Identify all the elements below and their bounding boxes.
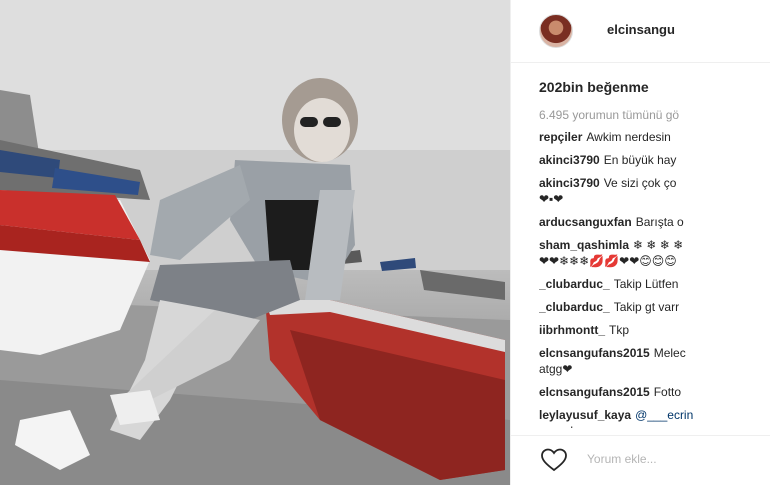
comment-username[interactable]: _clubarduc_ — [539, 277, 610, 291]
comment-username[interactable]: sham_qashimla — [539, 238, 629, 252]
comment-username[interactable]: akinci3790 — [539, 176, 600, 190]
comment-row: _clubarduc_ Takip gt varr — [539, 300, 770, 314]
comment-text: Melec — [653, 346, 686, 360]
username[interactable]: elcinsangu — [607, 22, 675, 37]
comment-username[interactable]: _clubarduc_ — [539, 300, 610, 314]
comments-list: 6.495 yorumun tümünü gö repçiler Awkim ne… — [539, 108, 770, 428]
comment-row: iibrhmontt_ Tkp — [539, 323, 770, 337]
comment-row: akinci3790 En büyük hay — [539, 153, 770, 167]
comment-text: Awkim nerdesin — [586, 130, 671, 144]
comment-text-continued: ❤❤❄❄❄💋💋❤❤😊😊😊 — [539, 254, 677, 268]
comment-row: akinci3790 Ve sizi çok ço ❤▪❤ — [539, 176, 770, 206]
comment-row: _clubarduc_ Takip Lütfen — [539, 277, 770, 291]
comment-text: ❄ ❄ ❄ ❄ — [633, 238, 684, 252]
likes-count[interactable]: 202bin beğenme — [539, 79, 649, 95]
post-photo-illustration — [0, 0, 510, 485]
comment-text: En büyük hay — [603, 153, 677, 167]
comment-username[interactable]: repçiler — [539, 130, 582, 144]
comment-text: Fotto — [653, 385, 682, 399]
comment-text[interactable]: @___ecrin — [635, 408, 693, 422]
comment-text: Takip gt varr — [613, 300, 680, 314]
comment-text-continued: atgg❤ — [539, 362, 573, 376]
comment-row: leylayusuf_kaya @___ecrin yavşak — [539, 408, 770, 428]
comment-row: elcnsangufans2015 Fotto — [539, 385, 770, 399]
comment-row: elcnsangufans2015 Melec atgg❤ — [539, 346, 770, 376]
comment-username[interactable]: elcnsangufans2015 — [539, 385, 650, 399]
post-side-panel: elcinsangu 202bin beğenme 6.495 yorumun … — [510, 0, 770, 485]
comment-username[interactable]: arducsanguxfan — [539, 215, 632, 229]
comment-username[interactable]: iibrhmontt_ — [539, 323, 605, 337]
comment-text: Ve sizi çok ço — [603, 176, 677, 190]
heart-icon[interactable] — [541, 448, 567, 472]
comment-text: Takip Lütfen — [613, 277, 679, 291]
load-more-comments[interactable]: 6.495 yorumun tümünü gö — [539, 108, 770, 122]
post-photo[interactable] — [0, 0, 510, 485]
post-header: elcinsangu — [511, 0, 770, 63]
avatar[interactable] — [539, 14, 573, 48]
comment-text: Barışta o — [635, 215, 684, 229]
comment-text-continued: ❤▪❤ — [539, 192, 564, 206]
comment-username[interactable]: leylayusuf_kaya — [539, 408, 631, 422]
comment-row: repçiler Awkim nerdesin — [539, 130, 770, 144]
comment-text: Tkp — [609, 323, 630, 337]
comment-row: sham_qashimla ❄ ❄ ❄ ❄ ❤❤❄❄❄💋💋❤❤😊😊😊 — [539, 238, 770, 268]
comment-username[interactable]: akinci3790 — [539, 153, 600, 167]
comment-row: arducsanguxfan Barışta o — [539, 215, 770, 229]
post-footer: Yorum ekle... — [511, 435, 770, 485]
comment-text-continued: yavşak — [539, 424, 770, 428]
comment-username[interactable]: elcnsangufans2015 — [539, 346, 650, 360]
add-comment-input[interactable]: Yorum ekle... — [587, 452, 657, 466]
